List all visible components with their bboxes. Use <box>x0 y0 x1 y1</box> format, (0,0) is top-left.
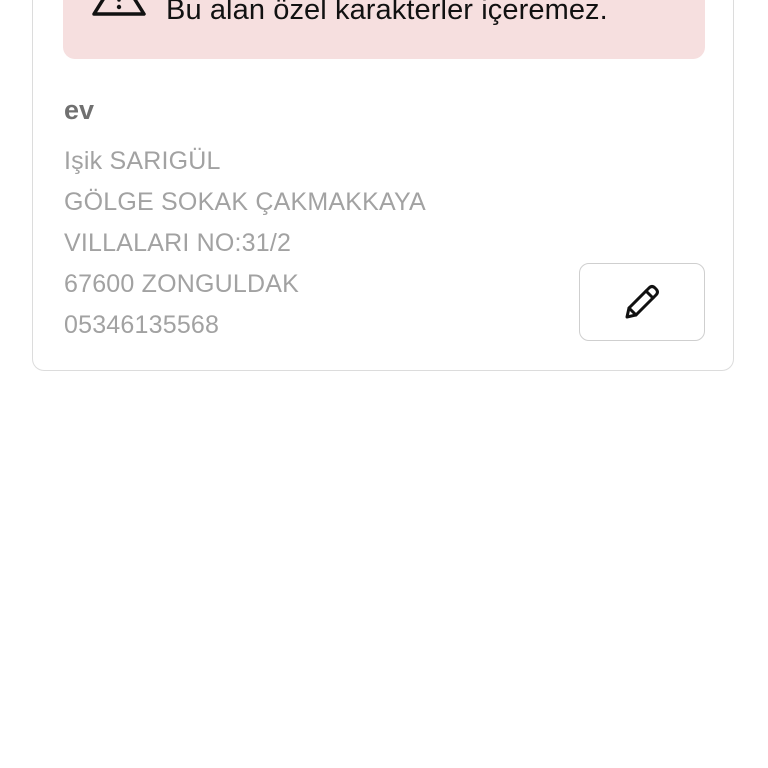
pencil-icon <box>625 285 659 319</box>
address-street-line2: VILLALARI NO:31/2 <box>64 229 292 257</box>
address-name: Işik SARIGÜL <box>64 147 221 175</box>
address-phone: 05346135568 <box>64 311 220 339</box>
address-title: ev <box>64 95 95 125</box>
page: Bu alan özel karakterler içeremez. ev Iş… <box>0 0 768 768</box>
warning-triangle-icon <box>92 0 146 16</box>
alert-message: Bu alan özel karakterler içeremez. <box>166 0 608 26</box>
edit-address-button[interactable] <box>579 263 705 341</box>
address-street-line1: GÖLGE SOKAK ÇAKMAKKAYA <box>64 188 426 216</box>
address-postal-city: 67600 ZONGULDAK <box>64 270 300 298</box>
